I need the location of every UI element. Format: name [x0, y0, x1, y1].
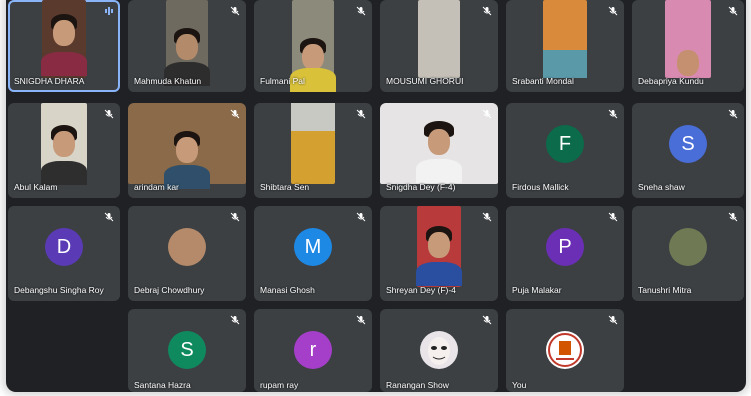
participant-name: Ranangan Show: [386, 380, 449, 390]
participant-tile-you[interactable]: You: [506, 309, 624, 392]
participant-video: [164, 0, 210, 86]
participant-tile-arindam-kar[interactable]: arindam kar: [128, 103, 246, 198]
participant-tile-mahmuda-khatun[interactable]: Mahmuda Khatun: [128, 0, 246, 92]
participant-tile-debraj-chowdhury[interactable]: Debraj Chowdhury: [128, 206, 246, 301]
emblem-logo-icon: [548, 332, 582, 367]
mic-muted-icon: [482, 212, 492, 222]
participant-video: [291, 103, 335, 184]
mic-muted-icon: [230, 212, 240, 222]
participant-tile-mousumi-ghorui[interactable]: MOUSUMI GHORUI: [380, 0, 498, 92]
participant-name: Tanushri Mitra: [638, 285, 692, 295]
avatar: F: [546, 124, 584, 163]
participant-tile-puja-malakar[interactable]: P Puja Malakar: [506, 206, 624, 301]
participant-video: [380, 103, 498, 184]
participant-video: [290, 0, 336, 92]
participant-name: You: [512, 380, 527, 390]
participant-name: MOUSUMI GHORUI: [386, 76, 464, 86]
mic-muted-icon: [356, 6, 366, 16]
participant-tile-manasi-ghosh[interactable]: M Manasi Ghosh: [254, 206, 372, 301]
participant-name: rupam ray: [260, 380, 299, 390]
mic-muted-icon: [728, 109, 738, 119]
participant-tile-fulmani-pal[interactable]: Fulmani Pal: [254, 0, 372, 92]
participant-name: Debangshu Singha Roy: [14, 285, 104, 295]
participant-name: Snigdha Dey (F-4): [386, 182, 456, 192]
mic-muted-icon: [608, 109, 618, 119]
avatar: M: [294, 227, 332, 266]
participant-video: [418, 0, 460, 78]
participant-tile-snigdha-dey[interactable]: Snigdha Dey (F-4): [380, 103, 498, 198]
participant-video: [41, 103, 87, 185]
mic-muted-icon: [356, 315, 366, 325]
participant-name: Firdous Mallick: [512, 182, 569, 192]
participant-name: Puja Malakar: [512, 285, 562, 295]
avatar: r: [294, 330, 332, 369]
participant-tile-srabanti-mondal[interactable]: Srabanti Mondal: [506, 0, 624, 92]
participant-name: SNIGDHA DHARA: [14, 76, 85, 86]
participant-tile-ranangan-show[interactable]: Ranangan Show: [380, 309, 498, 392]
participant-tile-rupam-ray[interactable]: r rupam ray: [254, 309, 372, 392]
participant-name: arindam kar: [134, 182, 179, 192]
mic-muted-icon: [104, 212, 114, 222]
mic-muted-icon: [482, 6, 492, 16]
participant-tile-abul-kalam[interactable]: Abul Kalam: [8, 103, 120, 198]
mic-muted-icon: [608, 6, 618, 16]
participant-tile-tanushri-mitra[interactable]: Tanushri Mitra: [632, 206, 744, 301]
mic-muted-icon: [608, 315, 618, 325]
participant-name: Sneha shaw: [638, 182, 685, 192]
mic-muted-icon: [230, 6, 240, 16]
avatar: [168, 227, 206, 266]
avatar: D: [45, 227, 83, 266]
avatar: S: [669, 124, 707, 163]
participant-tile-firdous-mallick[interactable]: F Firdous Mallick: [506, 103, 624, 198]
speaking-indicator-icon: [105, 7, 113, 15]
mic-muted-icon: [356, 212, 366, 222]
participant-name: Mahmuda Khatun: [134, 76, 202, 86]
mic-muted-icon: [728, 6, 738, 16]
participant-tile-shibtara-sen[interactable]: Shibtara Sen: [254, 103, 372, 198]
avatar: S: [168, 330, 206, 369]
avatar: [420, 330, 458, 369]
mic-muted-icon: [728, 212, 738, 222]
participant-name: Shibtara Sen: [260, 182, 310, 192]
participant-name: Manasi Ghosh: [260, 285, 315, 295]
participant-video: [665, 0, 711, 78]
participant-name: Debraj Chowdhury: [134, 285, 205, 295]
participant-name: Debapriya Kundu: [638, 76, 704, 86]
mic-muted-icon: [482, 315, 492, 325]
participant-tile-debangshu-singha-roy[interactable]: D Debangshu Singha Roy: [8, 206, 120, 301]
participant-video: [128, 103, 246, 189]
meeting-grid: SNIGDHA DHARA Mahmuda Khatun Fulmani Pal…: [6, 0, 746, 392]
mic-muted-icon: [356, 109, 366, 119]
participant-tile-snigdha-dhara[interactable]: SNIGDHA DHARA: [8, 0, 120, 92]
avatar: [546, 330, 584, 369]
mask-face-icon: [428, 336, 450, 365]
mic-muted-icon: [608, 212, 618, 222]
participant-tile-shreyan-dey[interactable]: Shreyan Dey (F)-4: [380, 206, 498, 301]
participant-name: Shreyan Dey (F)-4: [386, 285, 456, 295]
participant-video: [543, 0, 587, 78]
mic-muted-icon: [230, 109, 240, 119]
participant-video: [41, 0, 87, 78]
participant-tile-santana-hazra[interactable]: S Santana Hazra: [128, 309, 246, 392]
participant-name: Santana Hazra: [134, 380, 191, 390]
participant-video: [416, 206, 462, 287]
participant-tile-sneha-shaw[interactable]: S Sneha shaw: [632, 103, 744, 198]
mic-muted-icon: [104, 109, 114, 119]
mic-muted-icon: [230, 315, 240, 325]
participant-name: Srabanti Mondal: [512, 76, 574, 86]
participant-tile-debapriya-kundu[interactable]: Debapriya Kundu: [632, 0, 744, 92]
participant-name: Abul Kalam: [14, 182, 58, 192]
avatar: [669, 227, 707, 266]
avatar: P: [546, 227, 584, 266]
mic-muted-icon: [482, 109, 492, 119]
participant-name: Fulmani Pal: [260, 76, 305, 86]
